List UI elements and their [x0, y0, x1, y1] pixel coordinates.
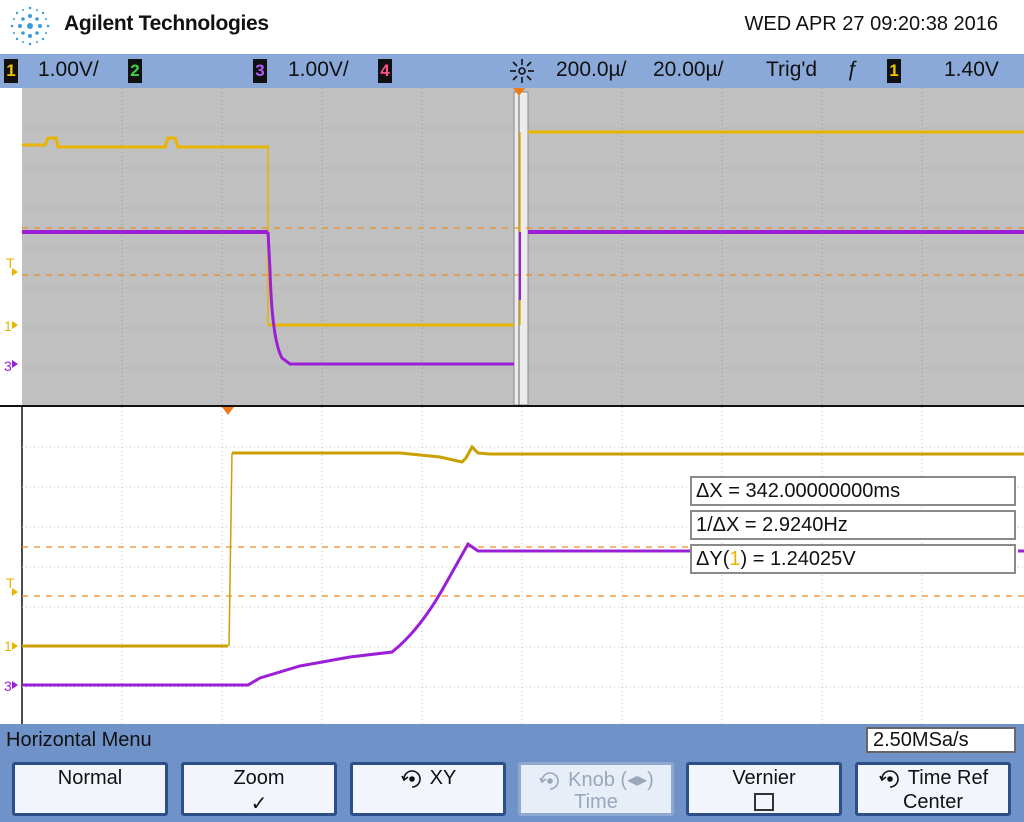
datetime: WED APR 27 09:20:38 2016 — [744, 13, 999, 35]
header-bar: Agilent Technologies WED APR 27 09:20:38… — [0, 0, 1024, 54]
trigger-source-badge[interactable]: 1 — [887, 59, 901, 83]
brand-name: Agilent Technologies — [64, 12, 269, 35]
knob-time-softkey[interactable]: Knob (◂▸) Time — [518, 762, 674, 816]
time-ref-softkey[interactable]: Time Ref Center — [855, 762, 1011, 816]
agilent-spark-logo-icon — [10, 6, 50, 46]
knob-icon — [539, 771, 559, 790]
ch3-badge[interactable]: 3 — [253, 59, 267, 83]
softkey-menu: Horizontal Menu 2.50MSa/s Normal Zoom ✓ … — [0, 724, 1024, 822]
trigger-marker-main: T — [6, 255, 15, 271]
ch1-badge[interactable]: 1 — [4, 59, 18, 83]
timebase: 200.0µ/ — [556, 58, 627, 81]
ch1-scale: 1.00V/ — [38, 58, 99, 81]
trigger-level: 1.40V — [944, 58, 999, 81]
ch3-ground-marker-zoom: 3 — [4, 678, 12, 694]
ch1-ground-marker-zoom: 1 — [4, 638, 12, 654]
xy-softkey[interactable]: XY — [350, 762, 506, 816]
vernier-checkbox[interactable] — [754, 793, 774, 811]
ch3-scale: 1.00V/ — [288, 58, 349, 81]
trigger-status: Trig'd — [766, 58, 818, 81]
channel-status-bar: 1 1.00V/ 2 3 1.00V/ 4 200.0µ/ 20.00µ/ Tr… — [0, 54, 1024, 88]
ch4-badge[interactable]: 4 — [378, 59, 392, 83]
trigger-marker-zoom: T — [6, 575, 15, 591]
inverse-delta-x-readout: 1/ΔX = 2.9240Hz — [690, 510, 1016, 540]
ch2-badge[interactable]: 2 — [128, 59, 142, 83]
normal-softkey[interactable]: Normal — [12, 762, 168, 816]
ch3-ground-marker-main: 3 — [4, 358, 12, 374]
zoom-softkey[interactable]: Zoom ✓ — [181, 762, 337, 816]
falling-edge-icon: ƒ — [846, 58, 858, 81]
delta-x-readout: ΔX = 342.00000000ms — [690, 476, 1016, 506]
ch1-ground-marker-main: 1 — [4, 318, 12, 334]
knob-icon — [400, 769, 421, 788]
delta-y-readout: ΔY(1) = 1.24025V — [690, 544, 1016, 574]
sample-rate: 2.50MSa/s — [866, 727, 1016, 753]
knob-icon — [879, 769, 899, 788]
vernier-softkey[interactable]: Vernier — [686, 762, 842, 816]
zoom-timebase-icon — [510, 59, 534, 83]
menu-title: Horizontal Menu — [6, 729, 152, 751]
waveform-display[interactable]: T 1 3 T 1 3 — [0, 88, 1024, 724]
zoom-check-icon: ✓ — [250, 793, 268, 815]
zoom-timebase: 20.00µ/ — [653, 58, 724, 81]
